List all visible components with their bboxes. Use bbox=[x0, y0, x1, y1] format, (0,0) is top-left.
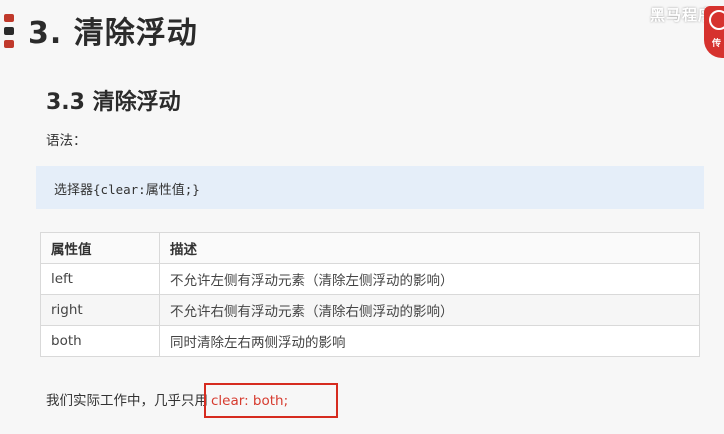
code-block: 选择器{clear:属性值;} bbox=[36, 166, 704, 209]
table-cell-description: 不允许右侧有浮动元素（清除右侧浮动的影响） bbox=[159, 294, 700, 326]
note-body: 我们实际工作中，几乎只用 bbox=[46, 393, 208, 409]
code-mono-open: {clear: bbox=[93, 182, 146, 197]
title-marker-icon bbox=[4, 14, 14, 53]
section-title: 3.3 清除浮动 bbox=[46, 90, 181, 115]
logo-badge-char: 传 bbox=[712, 39, 722, 49]
table-cell-description: 不允许左侧有浮动元素（清除左侧浮动的影响） bbox=[159, 263, 700, 295]
table-header-description: 描述 bbox=[159, 232, 700, 264]
table-cell-value: both bbox=[40, 325, 160, 357]
table-cell-value: right bbox=[40, 294, 160, 326]
table-cell-value: left bbox=[40, 263, 160, 295]
page-title: 3. 清除浮动 bbox=[28, 16, 198, 51]
slide: 3. 清除浮动 黑马程序 传 3.3 清除浮动 语法： 选择器{clear:属性… bbox=[0, 0, 724, 434]
code-middle: 属性值 bbox=[145, 183, 185, 198]
table-header-row: 属性值 描述 bbox=[40, 232, 700, 264]
annotation-box bbox=[204, 383, 338, 418]
table-cell-description: 同时清除左右两侧浮动的影响 bbox=[159, 325, 700, 357]
table-row: right 不允许右侧有浮动元素（清除右侧浮动的影响） bbox=[40, 294, 700, 326]
table-row: both 同时清除左右两侧浮动的影响 bbox=[40, 325, 700, 357]
table-row: left 不允许左侧有浮动元素（清除左侧浮动的影响） bbox=[40, 263, 700, 295]
logo-badge-icon: 传 bbox=[704, 6, 724, 58]
code-mono-close: ;} bbox=[184, 182, 200, 197]
property-table: 属性值 描述 left 不允许左侧有浮动元素（清除左侧浮动的影响） right … bbox=[40, 232, 700, 357]
table-header-value: 属性值 bbox=[40, 232, 160, 264]
syntax-label: 语法： bbox=[46, 133, 87, 149]
code-prefix: 选择器 bbox=[54, 183, 94, 198]
